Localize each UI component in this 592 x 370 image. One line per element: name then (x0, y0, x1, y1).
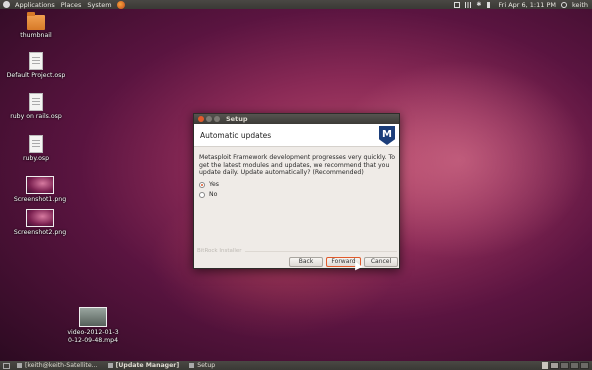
desktop-icon-thumbnail[interactable]: thumbnail (1, 12, 71, 40)
desktop-icon-label: thumbnail (20, 32, 52, 39)
option-yes-label: Yes (209, 181, 219, 188)
desktop-icon-label: video-2012-01-30-12-09-48.mp4 (67, 329, 119, 344)
divider (244, 250, 397, 252)
desktop-icon-screenshot2[interactable]: Screenshot2.png (5, 209, 75, 237)
installer-footer: BitRock Installer (197, 248, 397, 254)
dialog-header: Automatic updates M (194, 124, 399, 147)
image-thumbnail-icon (26, 209, 54, 227)
firefox-icon[interactable] (116, 0, 125, 9)
menu-system[interactable]: System (84, 1, 114, 9)
bottom-panel: [keith@keith-Satellite... [Update Manage… (0, 361, 592, 370)
desktop-icon-video[interactable]: video-2012-01-30-12-09-48.mp4 (58, 307, 128, 344)
setup-icon (189, 363, 195, 368)
folder-icon (27, 12, 45, 30)
show-desktop-icon[interactable] (3, 362, 10, 369)
menu-applications[interactable]: Applications (12, 1, 58, 9)
workspace-switcher[interactable] (550, 362, 589, 369)
desktop-icon-label: ruby on rails.osp (10, 113, 62, 120)
image-thumbnail-icon (26, 176, 54, 194)
mail-icon[interactable] (454, 1, 461, 8)
taskbar-item-label: [Update Manager] (115, 362, 180, 369)
system-tray: ✱ Fri Apr 6, 1:11 PM keith (454, 0, 588, 9)
desktop-icon-ruby-on-rails[interactable]: ruby on rails.osp (1, 93, 71, 121)
radio-no[interactable] (199, 191, 205, 198)
page-title: Automatic updates (200, 131, 272, 140)
desktop-icon-label: Default Project.osp (6, 72, 66, 79)
desktop-icon-label: ruby.osp (22, 155, 50, 162)
update-manager-icon (107, 363, 113, 368)
video-thumbnail-icon (79, 307, 107, 327)
radio-yes[interactable] (199, 181, 205, 188)
taskbar-item-label: [keith@keith-Satellite... (25, 362, 98, 369)
trash-icon[interactable] (542, 362, 548, 369)
clock[interactable]: Fri Apr 6, 1:11 PM (498, 1, 556, 9)
network-icon[interactable] (465, 1, 472, 8)
workspace-4[interactable] (580, 362, 589, 369)
close-icon[interactable] (198, 116, 204, 122)
taskbar-item-label: Setup (197, 362, 216, 369)
option-yes[interactable]: Yes (199, 181, 219, 188)
taskbar-item-setup[interactable]: Setup (186, 361, 218, 370)
main-menu: Applications Places System (12, 1, 115, 9)
workspace-2[interactable] (560, 362, 569, 369)
maximize-icon[interactable] (214, 116, 220, 122)
username[interactable]: keith (572, 1, 588, 9)
metasploit-logo-icon: M (379, 126, 395, 145)
update-message: Metasploit Framework development progres… (199, 154, 395, 176)
desktop-icon-ruby[interactable]: ruby.osp (1, 135, 71, 163)
setup-dialog: Setup Automatic updates M Metasploit Fra… (193, 113, 400, 269)
top-panel: Applications Places System ✱ Fri Apr 6, … (0, 0, 592, 9)
bluetooth-icon[interactable]: ✱ (476, 1, 482, 8)
desktop-icon-label: Screenshot1.png (13, 196, 67, 203)
desktop-icon-default-project[interactable]: Default Project.osp (1, 52, 71, 80)
file-icon (29, 135, 43, 153)
desktop-icon-screenshot1[interactable]: Screenshot1.png (5, 176, 75, 204)
file-icon (29, 93, 43, 111)
user-icon[interactable] (560, 1, 567, 8)
volume-icon[interactable] (487, 1, 493, 8)
menu-places[interactable]: Places (58, 1, 85, 9)
installer-label: BitRock Installer (197, 248, 242, 254)
option-no[interactable]: No (199, 191, 217, 198)
dialog-title: Setup (226, 115, 248, 123)
dialog-titlebar[interactable]: Setup (194, 114, 399, 124)
cancel-button[interactable]: Cancel (364, 257, 398, 267)
workspace-3[interactable] (570, 362, 579, 369)
terminal-icon (17, 363, 22, 368)
file-icon (29, 52, 43, 70)
desktop-icon-label: Screenshot2.png (13, 229, 67, 236)
back-button[interactable]: Back (289, 257, 323, 267)
ubuntu-logo-icon[interactable] (3, 1, 10, 8)
workspace-1[interactable] (550, 362, 559, 369)
option-no-label: No (209, 191, 218, 198)
minimize-icon[interactable] (206, 116, 212, 122)
taskbar-item-terminal[interactable]: [keith@keith-Satellite... (14, 361, 101, 370)
taskbar-item-update-manager[interactable]: [Update Manager] (105, 361, 183, 370)
